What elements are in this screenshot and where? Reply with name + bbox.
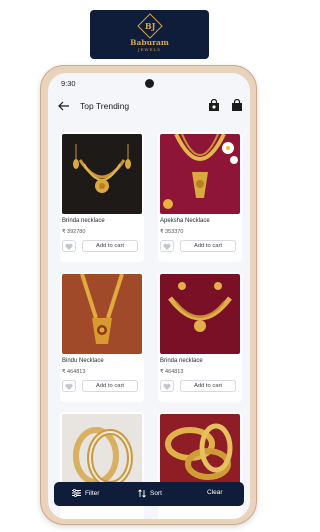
wishlist-button[interactable] [160,380,174,392]
product-name: Brinda necklace [160,358,203,364]
filter-icon [72,489,81,497]
product-image [62,274,142,354]
cart-bag-icon[interactable] [231,99,243,112]
product-name: Apeksha Necklace [160,218,210,224]
product-card[interactable]: Brinda necklace ₹ 392780 Add to cart [60,132,144,262]
product-card[interactable]: Bindu Necklace ₹ 464813 Add to cart [60,272,144,402]
heart-icon [163,383,171,390]
add-to-cart-button[interactable]: Add to cart [82,240,138,252]
product-name: Bindu Necklace [62,358,104,364]
product-image [160,134,240,214]
product-price: ₹ 464813 [62,369,86,375]
app-screen: 9:30 Top Trending Brinda necklace ₹ 3927… [48,73,250,519]
add-to-cart-button[interactable]: Add to cart [82,380,138,392]
filter-button[interactable]: Filter [72,489,99,497]
wishlist-button[interactable] [62,380,76,392]
shopping-bag-icon[interactable] [208,99,220,112]
heart-icon [163,243,171,250]
product-name: Brinda necklace [62,218,105,224]
wishlist-button[interactable] [62,240,76,252]
bottom-action-bar: Filter Sort Clear [54,482,244,506]
product-image [160,274,240,354]
add-to-cart-button[interactable]: Add to cart [180,240,236,252]
brand-subtitle: JEWELS [138,47,161,52]
product-image [62,134,142,214]
product-price: ₹ 464813 [160,369,184,375]
camera-cutout [145,79,154,88]
product-card[interactable]: Brinda necklace ₹ 464813 Add to cart [158,272,242,402]
sort-button[interactable]: Sort [138,489,162,498]
product-card[interactable]: Apeksha Necklace ₹ 353370 Add to cart [158,132,242,262]
heart-icon [65,383,73,390]
product-price: ₹ 353370 [160,229,184,235]
heart-icon [65,243,73,250]
brand-name: Baburam [130,38,169,47]
clear-label: Clear [207,489,223,496]
clear-button[interactable]: Clear [207,489,223,496]
wishlist-button[interactable] [160,240,174,252]
add-to-cart-button[interactable]: Add to cart [180,380,236,392]
sort-icon [138,489,146,498]
status-time: 9:30 [61,79,76,88]
sort-label: Sort [150,490,162,497]
brand-logo: BJ Baburam JEWELS [90,10,209,59]
arrow-left-icon[interactable] [58,100,70,112]
status-bar: 9:30 [48,73,250,93]
filter-label: Filter [85,489,100,497]
brand-monogram: BJ [136,13,163,39]
page-title: Top Trending [80,101,130,111]
app-bar: Top Trending [48,97,250,117]
product-price: ₹ 392780 [62,229,86,235]
